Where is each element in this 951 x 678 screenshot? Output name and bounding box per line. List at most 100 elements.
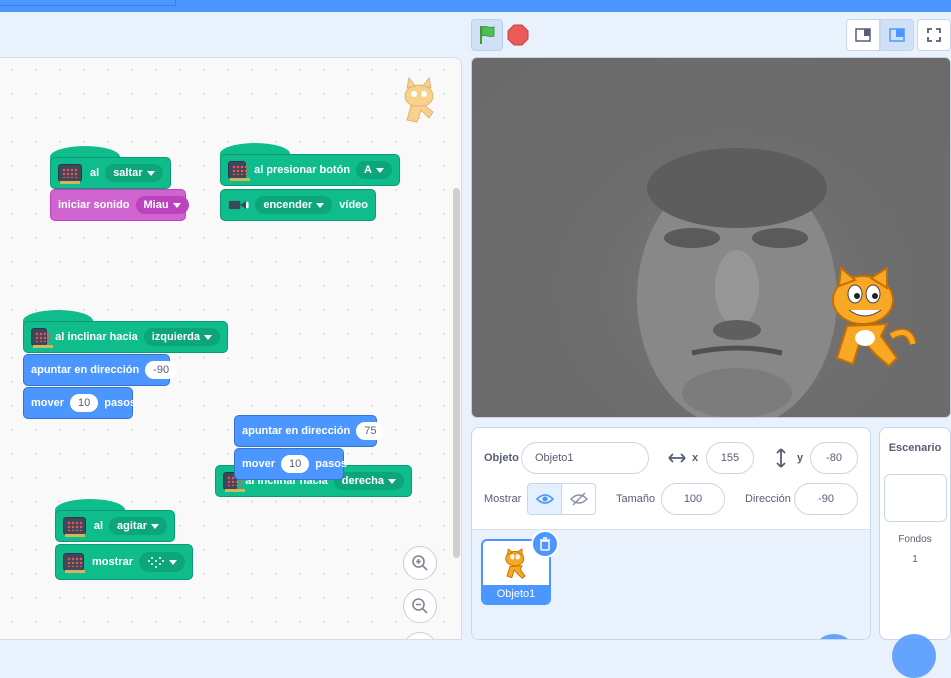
block-text: apuntar en dirección	[242, 425, 351, 437]
move-steps-block[interactable]: mover 10 pasos	[234, 448, 348, 480]
sprite-info-panel: Objeto Objeto1 x 155 y -80 Mostrar Tamañ…	[471, 427, 871, 640]
zoom-out-button[interactable]	[403, 589, 437, 623]
large-stage-icon	[889, 28, 905, 42]
when-button-pressed-hat-block[interactable]: al presionar botón A	[220, 154, 400, 186]
zoom-in-button[interactable]	[403, 546, 437, 580]
y-arrows-icon	[776, 448, 786, 468]
workspace-scrollbar[interactable]	[453, 188, 460, 558]
block-text: pasos	[104, 397, 137, 409]
direction-input[interactable]: -90	[794, 483, 858, 515]
stage-thumbnail[interactable]	[884, 474, 947, 522]
code-workspace[interactable]: al saltar iniciar sonido Miau al presion…	[0, 57, 462, 640]
stage-canvas[interactable]	[471, 57, 951, 418]
when-shaken-hat-block[interactable]: al agitar	[55, 510, 175, 542]
when-tilted-left-hat-block[interactable]: al inclinar hacia izquierda	[23, 321, 228, 353]
block-text: vídeo	[339, 199, 368, 211]
direction-input[interactable]: 75	[356, 422, 385, 440]
small-stage-button[interactable]	[846, 19, 880, 51]
block-text: mover	[242, 458, 276, 470]
menu-bar	[0, 0, 951, 12]
direction-input[interactable]: -90	[145, 361, 178, 379]
microbit-icon	[58, 164, 82, 184]
video-camera-icon	[228, 200, 249, 210]
tilt-direction-dropdown[interactable]: derecha	[333, 472, 404, 490]
point-in-direction-block[interactable]: apuntar en dirección 75	[234, 415, 385, 447]
block-text: mostrar	[92, 556, 133, 568]
microbit-icon	[63, 517, 86, 537]
dropdown-arrow-icon	[376, 167, 384, 173]
block-text: iniciar sonido	[58, 199, 130, 211]
when-jump-hat-block[interactable]: al saltar	[50, 157, 171, 189]
eye-slash-icon	[569, 492, 588, 506]
green-flag-icon	[480, 25, 495, 44]
zoom-in-icon	[412, 555, 428, 571]
display-pattern-block[interactable]: mostrar	[55, 544, 193, 580]
block-text: pasos	[315, 458, 348, 470]
sprite-thumbnail-label: Objeto1	[483, 585, 549, 603]
hide-sprite-button[interactable]	[561, 483, 596, 515]
x-label: x	[692, 452, 699, 464]
block-text: al presionar botón	[254, 164, 351, 176]
delete-sprite-button[interactable]	[531, 530, 559, 558]
sprite-name-label: Objeto	[484, 452, 519, 464]
sound-dropdown[interactable]: Miau	[135, 196, 189, 214]
microbit-icon	[63, 553, 86, 573]
block-text: al inclinar hacia	[55, 331, 138, 343]
steps-input[interactable]: 10	[70, 394, 99, 412]
backdrops-label: Fondos	[898, 534, 932, 545]
block-text: mover	[31, 397, 65, 409]
block-text: apuntar en dirección	[31, 364, 140, 376]
dropdown-arrow-icon	[388, 478, 396, 484]
steps-input[interactable]: 10	[281, 455, 310, 473]
fullscreen-icon	[927, 28, 941, 42]
y-label: y	[797, 452, 804, 464]
dropdown-arrow-icon	[172, 202, 181, 208]
gesture-dropdown[interactable]: saltar	[105, 164, 163, 182]
dropdown-arrow-icon	[204, 334, 212, 340]
zoom-out-icon	[412, 598, 428, 614]
stage-title: Escenario	[888, 442, 942, 454]
size-label: Tamaño	[616, 493, 656, 505]
green-flag-button[interactable]	[471, 19, 503, 51]
show-sprite-button[interactable]	[527, 483, 562, 515]
add-backdrop-button[interactable]	[892, 634, 936, 678]
start-sound-block[interactable]: iniciar sonido Miau	[50, 189, 189, 221]
stop-button[interactable]	[507, 24, 529, 46]
pattern-dropdown[interactable]	[139, 552, 185, 572]
heart-pattern-icon	[148, 557, 164, 568]
microbit-icon	[31, 328, 54, 348]
block-text: al	[93, 520, 104, 532]
block-text: al	[90, 167, 100, 179]
microbit-icon	[228, 161, 251, 181]
dropdown-arrow-icon	[151, 523, 159, 529]
sprite-watermark-cat-icon	[404, 76, 434, 123]
zoom-reset-button[interactable]	[403, 632, 437, 639]
menu-tab[interactable]	[0, 0, 176, 6]
eye-icon	[535, 494, 554, 504]
show-label: Mostrar	[484, 493, 522, 505]
video-toggle-block[interactable]: encender vídeo	[220, 189, 376, 221]
gesture-dropdown[interactable]: agitar	[109, 517, 167, 535]
dropdown-arrow-icon	[146, 170, 155, 176]
point-in-direction-block[interactable]: apuntar en dirección -90	[23, 354, 178, 386]
small-stage-icon	[855, 28, 871, 42]
x-position-input[interactable]: 155	[706, 442, 754, 474]
dropdown-arrow-icon	[316, 202, 325, 208]
video-state-dropdown[interactable]: encender	[255, 196, 333, 214]
dropdown-arrow-icon	[169, 559, 177, 565]
size-input[interactable]: 100	[661, 483, 725, 515]
x-arrows-icon	[668, 453, 686, 463]
y-position-input[interactable]: -80	[810, 442, 858, 474]
tilt-direction-dropdown[interactable]: izquierda	[143, 328, 220, 346]
move-steps-block[interactable]: mover 10 pasos	[23, 387, 137, 419]
backdrops-count: 1	[912, 554, 918, 565]
button-dropdown[interactable]: A	[356, 161, 392, 179]
cat-thumbnail-icon	[505, 548, 526, 580]
direction-label: Dirección	[745, 493, 791, 505]
stage-target-panel[interactable]: Escenario Fondos 1	[879, 427, 951, 678]
large-stage-button[interactable]	[880, 19, 914, 51]
fullscreen-button[interactable]	[917, 19, 951, 51]
trash-icon	[540, 537, 550, 551]
cat-sprite-icon	[832, 266, 917, 368]
sprite-name-input[interactable]: Objeto1	[521, 442, 649, 474]
